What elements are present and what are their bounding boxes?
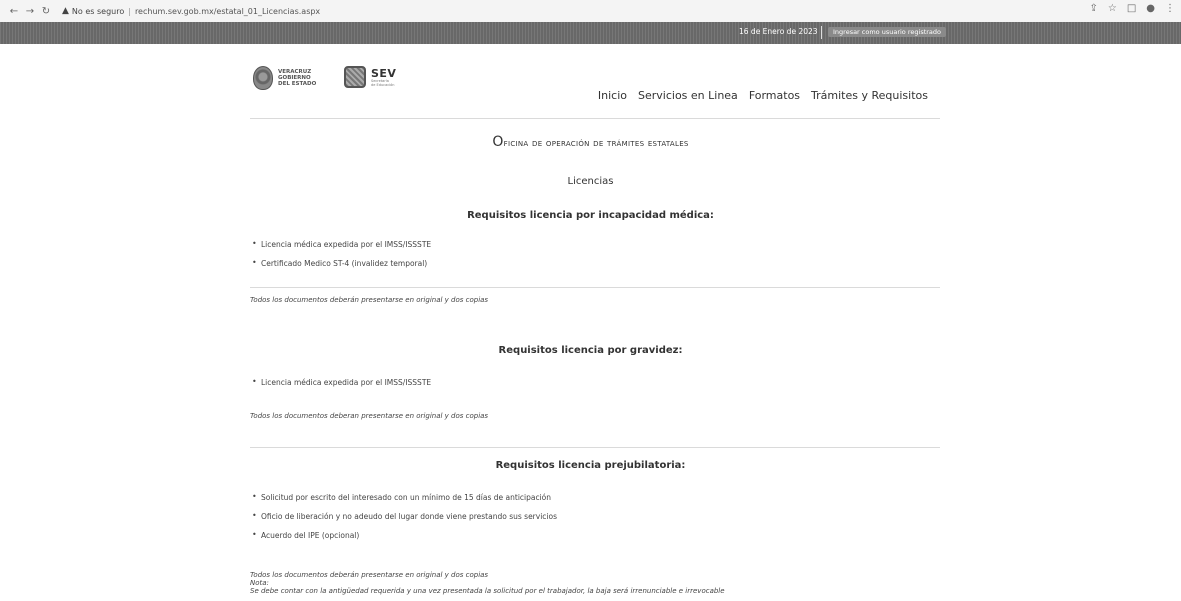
bookmark-star-icon[interactable]: ☆ — [1108, 3, 1117, 14]
nav-formatos[interactable]: Formatos — [749, 89, 800, 102]
section-heading-gravidez: Requisitos licencia por gravidez: — [498, 345, 683, 356]
state-seal-icon — [253, 66, 273, 90]
requirements-list-prejubilatoria: Solicitud por escrito del interesado con… — [252, 492, 557, 550]
page-subtitle: Licencias — [567, 176, 614, 187]
list-item: Acuerdo del IPE (opcional) — [252, 530, 557, 540]
veracruz-line3: DEL ESTADO — [278, 81, 317, 87]
nav-inicio[interactable]: Inicio — [598, 89, 627, 102]
list-item: Solicitud por escrito del interesado con… — [252, 492, 557, 502]
top-strip: 16 de Enero de 2023 Ingresar como usuari… — [0, 22, 1181, 44]
page-title: Oficina de operación de trámites estatal… — [0, 134, 1181, 150]
sev-logo[interactable]: SEV Secretaría de Educación — [344, 66, 396, 88]
list-item: Licencia médica expedida por el IMSS/ISS… — [252, 377, 431, 387]
login-link[interactable]: Ingresar como usuario registrado — [828, 27, 947, 37]
warning-icon[interactable]: ▲ — [62, 6, 69, 16]
veracruz-logo-text: VERACRUZ GOBIERNO DEL ESTADO — [278, 69, 316, 87]
title-initial: O — [492, 134, 504, 150]
section-heading-prejubilatoria: Requisitos licencia prejubilatoria: — [495, 460, 686, 471]
list-item: Certificado Medico ST-4 (invalidez tempo… — [252, 258, 431, 268]
header-divider — [250, 118, 940, 119]
sev-word: SEV — [371, 66, 397, 80]
note-detail: Se debe contar con la antigüedad requeri… — [250, 587, 725, 595]
more-menu-icon[interactable]: ⋮ — [1165, 3, 1175, 14]
url-separator: | — [128, 6, 131, 16]
list-item: Licencia médica expedida por el IMSS/ISS… — [252, 239, 431, 249]
browser-toolbar: ← → ↻ ▲ No es seguro | rechum.sev.gob.mx… — [0, 0, 1181, 22]
share-icon[interactable]: ⇪ — [1089, 3, 1097, 14]
reload-icon[interactable]: ↻ — [38, 6, 54, 17]
strip-divider — [821, 26, 822, 39]
tab-window-icon[interactable]: □ — [1127, 3, 1136, 14]
section-note-prejubilatoria: Todos los documentos deberán presentarse… — [250, 571, 725, 595]
list-item: Oficio de liberación y no adeudo del lug… — [252, 511, 557, 521]
section-heading-incapacidad: Requisitos licencia por incapacidad médi… — [467, 210, 714, 221]
current-date: 16 de Enero de 2023 — [739, 27, 818, 36]
sev-sub2: de Educación — [371, 82, 395, 87]
url-text[interactable]: rechum.sev.gob.mx/estatal_01_Licencias.a… — [135, 7, 320, 16]
requirements-list-incapacidad: Licencia médica expedida por el IMSS/ISS… — [252, 239, 431, 278]
address-bar[interactable]: ▲ No es seguro | rechum.sev.gob.mx/estat… — [62, 6, 320, 16]
section-note-gravidez: Todos los documentos deberan presentarse… — [250, 412, 489, 420]
nav-servicios-en-linea[interactable]: Servicios en Linea — [638, 89, 738, 102]
back-arrow-icon[interactable]: ← — [6, 6, 22, 17]
section-note-incapacidad: Todos los documentos deberán presentarse… — [250, 296, 489, 304]
sev-logo-text: SEV Secretaría de Educación — [371, 68, 396, 87]
note-label: Nota: — [250, 579, 269, 587]
main-nav: Inicio Servicios en Linea Formatos Trámi… — [598, 89, 928, 102]
profile-icon[interactable]: ● — [1146, 3, 1155, 14]
section-divider — [250, 287, 940, 288]
note-line: Todos los documentos deberán presentarse… — [250, 571, 489, 579]
security-status[interactable]: No es seguro — [72, 7, 124, 16]
forward-arrow-icon[interactable]: → — [22, 6, 38, 17]
browser-actions: ⇪ ☆ □ ● ⋮ — [1089, 3, 1175, 14]
section-divider — [250, 447, 940, 448]
title-rest: ficina de operación de trámites estatale… — [503, 138, 689, 149]
sev-emblem-icon — [344, 66, 366, 88]
nav-tramites-requisitos[interactable]: Trámites y Requisitos — [811, 89, 928, 102]
requirements-list-gravidez: Licencia médica expedida por el IMSS/ISS… — [252, 377, 431, 397]
veracruz-logo[interactable]: VERACRUZ GOBIERNO DEL ESTADO — [253, 66, 316, 90]
